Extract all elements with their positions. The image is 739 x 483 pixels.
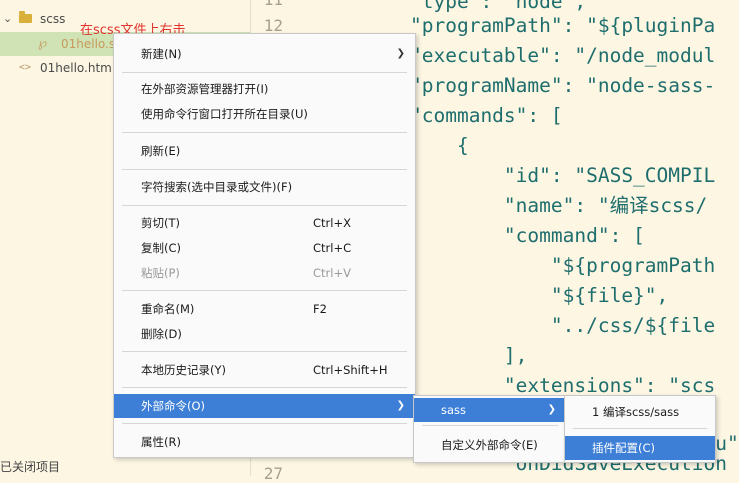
menu-separator <box>122 423 407 424</box>
chevron-right-icon: ❯ <box>547 404 556 415</box>
menu-item-cut[interactable]: 剪切(T) Ctrl+X <box>114 211 415 235</box>
submenu-item-plugin-config[interactable]: 插件配置(C) <box>565 436 715 460</box>
folder-icon <box>19 11 32 23</box>
submenu-external-commands: sass ❯ 自定义外部命令(E) <box>413 395 567 463</box>
tree-folder-label: scss <box>40 12 66 26</box>
shortcut-label: Ctrl+V <box>313 266 351 280</box>
code-line: "${file}", <box>410 284 669 307</box>
menu-item-open-terminal[interactable]: 使用命令行窗口打开所在目录(U) <box>114 102 415 126</box>
chevron-down-icon[interactable]: ⌄ <box>3 7 12 31</box>
code-line: "id": "SASS_COMPIL <box>410 164 716 187</box>
code-line: "type": "node", <box>410 0 587 13</box>
code-line: "programName": "node-sass- <box>410 74 716 97</box>
menu-item-copy[interactable]: 复制(C) Ctrl+C <box>114 236 415 260</box>
menu-separator <box>122 132 407 133</box>
menu-item-delete[interactable]: 删除(D) <box>114 322 415 346</box>
menu-separator <box>122 169 407 170</box>
closed-projects-text: 已关闭项目 <box>0 460 61 474</box>
menu-item-external-commands[interactable]: 外部命令(O) ❯ <box>114 394 415 418</box>
code-line: "commands": [ <box>410 104 563 127</box>
submenu-item-compile-scss[interactable]: 1 编译scss/sass <box>565 400 715 424</box>
code-line: "programPath": "${pluginPa <box>410 14 716 37</box>
shortcut-label: Ctrl+C <box>313 241 352 255</box>
chevron-right-icon: ❯ <box>396 400 405 411</box>
code-line: "executable": "/node_modul <box>410 44 716 67</box>
menu-separator <box>122 290 407 291</box>
menu-separator <box>573 428 707 429</box>
code-line: "command": [ <box>410 224 645 247</box>
line-number: 27 <box>263 464 283 483</box>
line-number: 11 <box>264 0 283 9</box>
menu-item-refresh[interactable]: 刷新(E) <box>114 139 415 163</box>
menu-item-new[interactable]: 新建(N) ❯ <box>114 42 415 66</box>
menu-separator <box>122 351 407 352</box>
shortcut-label: F2 <box>313 302 327 316</box>
code-line: "../css/${file <box>410 314 716 337</box>
menu-item-rename[interactable]: 重命名(M) F2 <box>114 297 415 321</box>
code-line: "name": "编译scss/ <box>410 194 708 217</box>
submenu-item-custom-command[interactable]: 自定义外部命令(E) <box>414 433 566 457</box>
code-line: ], <box>410 344 528 367</box>
menu-item-local-history[interactable]: 本地历史记录(Y) Ctrl+Shift+H <box>114 358 415 382</box>
menu-separator <box>422 425 558 426</box>
menu-item-properties[interactable]: 属性(R) <box>114 430 415 454</box>
code-line: { <box>410 134 469 157</box>
context-menu: 新建(N) ❯ 在外部资源管理器打开(I) 使用命令行窗口打开所在目录(U) 刷… <box>113 33 416 458</box>
submenu-sass: 1 编译scss/sass 插件配置(C) <box>564 395 716 463</box>
menu-separator <box>122 387 407 388</box>
menu-item-open-explorer[interactable]: 在外部资源管理器打开(I) <box>114 77 415 101</box>
menu-separator <box>122 205 407 206</box>
menu-item-paste: 粘贴(P) Ctrl+V <box>114 261 415 285</box>
menu-separator <box>122 72 407 73</box>
sass-file-icon: ℘ <box>38 36 48 51</box>
closed-projects-label[interactable]: 已关闭项目 <box>0 458 60 476</box>
html-file-icon: <> <box>19 62 32 73</box>
menu-item-search[interactable]: 字符搜索(选中目录或文件)(F) <box>114 175 415 199</box>
shortcut-label: Ctrl+X <box>313 216 351 230</box>
shortcut-label: Ctrl+Shift+H <box>313 363 388 377</box>
tree-file-label: 01hello.html <box>40 61 116 75</box>
chevron-right-icon: ❯ <box>396 48 405 59</box>
code-line: "${programPath <box>410 254 716 277</box>
submenu-item-sass[interactable]: sass ❯ <box>414 398 566 422</box>
